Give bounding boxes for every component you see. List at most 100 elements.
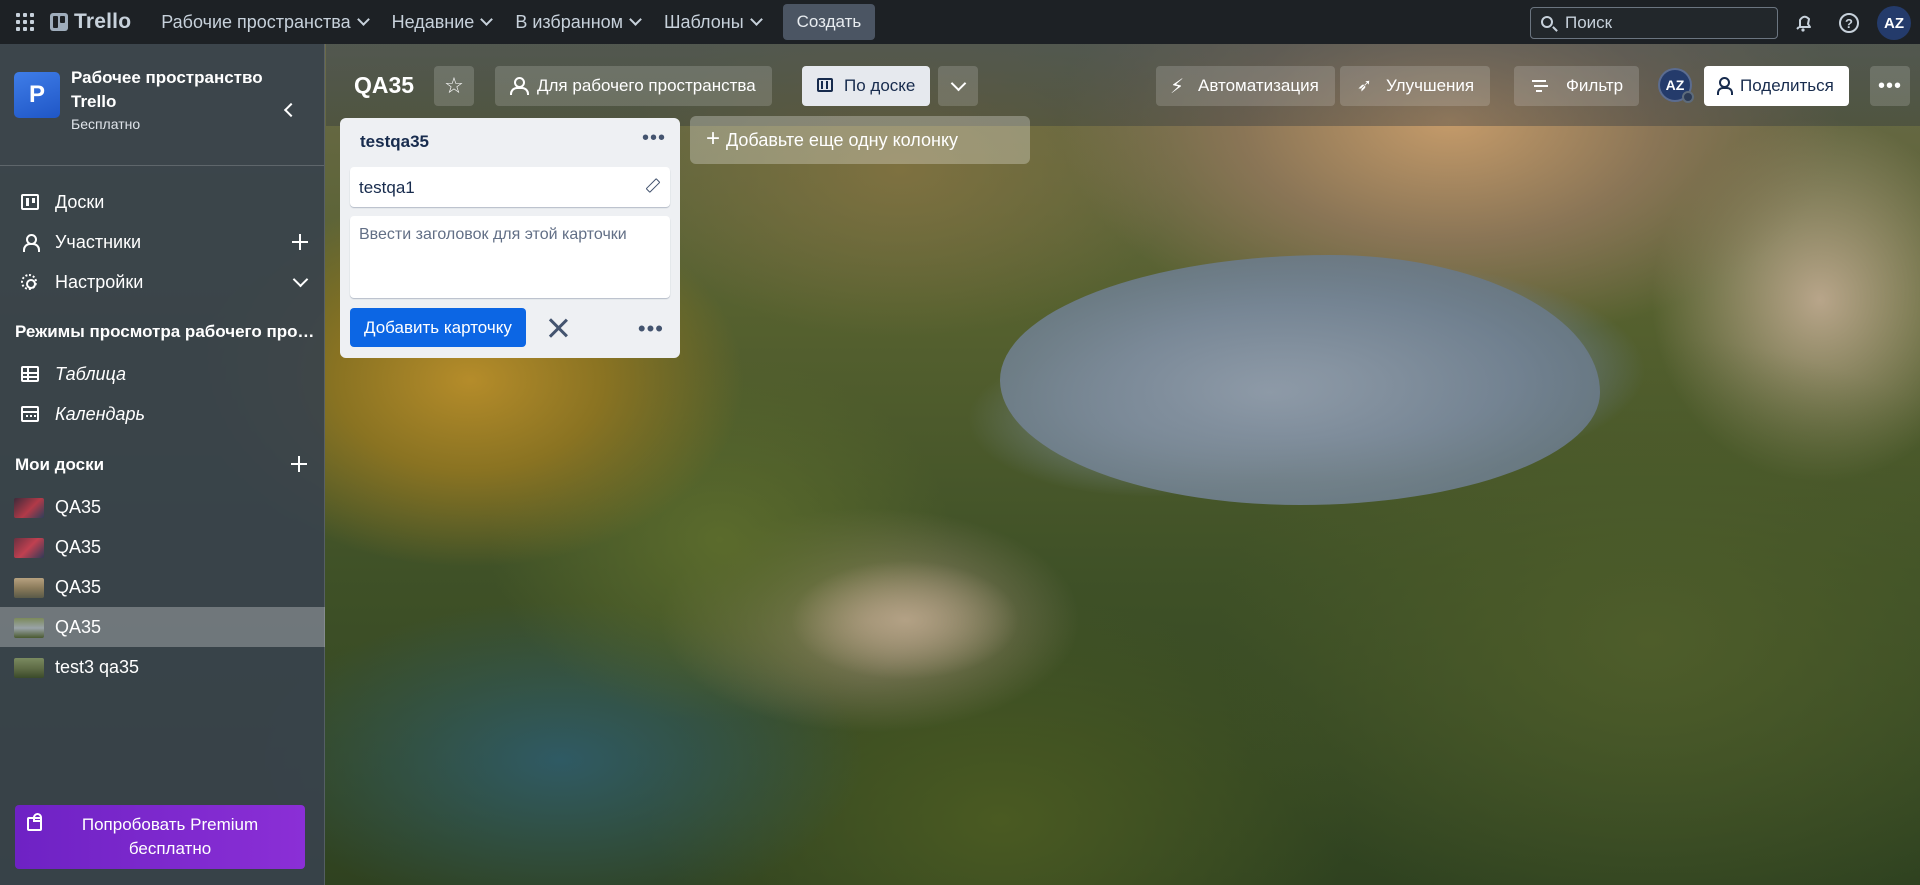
sidebar-board-item[interactable]: test3 qa35 [0, 647, 325, 687]
add-list-label: Добавьте еще одну колонку [726, 129, 959, 150]
automation-label: Автоматизация [1198, 76, 1319, 95]
automation-button[interactable]: ⚡ Автоматизация [1156, 66, 1335, 106]
board-name: QA35 [55, 616, 102, 637]
board-header: QA35 ☆ Для рабочего пространства По доск… [326, 44, 1920, 126]
app-switcher-icon[interactable] [12, 9, 38, 35]
collapse-sidebar-button[interactable] [282, 102, 296, 116]
board-title[interactable]: QA35 [354, 72, 414, 99]
list-column: testqa35 ••• testqa1 Добавить карточку •… [340, 118, 680, 358]
calendar-icon [21, 406, 39, 422]
menu-workspaces[interactable]: Рабочие пространства [149, 6, 379, 38]
visibility-label: Для рабочего пространства [537, 76, 756, 95]
search-icon [1541, 16, 1553, 28]
board-menu-button[interactable]: ••• [1870, 66, 1910, 106]
sidebar-board-item-active[interactable]: QA35 [0, 607, 325, 647]
menu-starred-label: В избранном [515, 11, 624, 32]
workspace-avatar[interactable]: P [14, 72, 60, 118]
filter-icon [1532, 80, 1546, 92]
more-icon: ••• [1877, 74, 1902, 97]
board-thumbnail [14, 498, 44, 518]
chevron-down-icon [629, 13, 642, 26]
board-name: QA35 [55, 536, 102, 557]
star-board-button[interactable]: ☆ [434, 66, 474, 106]
menu-starred[interactable]: В избранном [503, 6, 652, 38]
filter-button[interactable]: Фильтр [1514, 66, 1640, 106]
chevron-down-icon [749, 13, 763, 26]
sidebar-item-label: Участники [55, 231, 141, 252]
rocket-icon: ➶ [1357, 75, 1373, 95]
user-avatar[interactable]: AZ [1877, 6, 1911, 40]
people-icon [510, 77, 529, 95]
sidebar-item-boards[interactable]: Доски [0, 182, 325, 222]
power-ups-button[interactable]: ➶ Улучшения [1340, 66, 1491, 106]
sidebar-item-calendar[interactable]: Календарь [0, 394, 325, 434]
board-thumbnail [14, 578, 44, 598]
workspace-plan: Бесплатно [71, 116, 141, 132]
chevron-down-icon [480, 13, 494, 26]
view-switcher-button[interactable] [938, 66, 978, 106]
power-ups-label: Улучшения [1386, 76, 1475, 95]
card-title-input[interactable] [350, 216, 670, 298]
board-view-button[interactable]: По доске [802, 66, 931, 106]
board-name: test3 qa35 [55, 656, 140, 677]
card-composer[interactable] [350, 216, 670, 298]
trello-logo[interactable]: Trello [50, 10, 131, 34]
share-button[interactable]: Поделиться [1704, 66, 1849, 106]
plus-icon: + [706, 125, 721, 152]
visibility-button[interactable]: Для рабочего пространства [495, 66, 772, 106]
try-premium-label: Попробовать Premium бесплатно [81, 815, 259, 858]
sidebar-item-label: Настройки [55, 271, 144, 292]
notifications-bell-icon[interactable] [1793, 12, 1815, 34]
try-premium-button[interactable]: Попробовать Premium бесплатно [15, 805, 305, 869]
sidebar-item-label: Доски [55, 191, 105, 212]
board-name: QA35 [55, 496, 102, 517]
card-composer-more-icon[interactable]: ••• [638, 316, 664, 342]
workspace-name[interactable]: Рабочее пространство Trello [71, 66, 271, 114]
board-member-avatar[interactable]: AZ [1658, 68, 1694, 103]
table-icon [21, 366, 39, 382]
search-placeholder: Поиск [1565, 13, 1613, 32]
background-sea [1000, 255, 1600, 505]
gift-icon [27, 813, 42, 831]
background-beach [790, 560, 1020, 680]
member-initials: AZ [1665, 77, 1685, 93]
list-title[interactable]: testqa35 [360, 132, 429, 152]
sidebar-item-members[interactable]: Участники [0, 222, 325, 262]
help-icon[interactable]: ? [1839, 13, 1859, 33]
sidebar-item-label: Таблица [55, 363, 127, 384]
add-list-button[interactable]: + Добавьте еще одну колонку [690, 116, 1030, 164]
sidebar-item-table[interactable]: Таблица [0, 354, 325, 394]
gear-icon [21, 274, 37, 290]
menu-templates[interactable]: Шаблоны [652, 6, 773, 38]
list-actions-icon[interactable]: ••• [642, 127, 666, 150]
add-card-button[interactable]: Добавить карточку [350, 308, 526, 347]
chevron-down-icon [950, 75, 966, 91]
top-navigation: Trello Рабочие пространства Недавние В и… [0, 0, 1920, 44]
sidebar-board-item[interactable]: QA35 [0, 487, 325, 527]
create-button[interactable]: Создать [782, 4, 876, 40]
trello-logo-text: Trello [74, 10, 132, 33]
card[interactable]: testqa1 [350, 167, 670, 207]
card-title: testqa1 [359, 178, 415, 197]
workspace-sidebar: P Рабочее пространство Trello Бесплатно … [0, 44, 325, 885]
views-heading: Режимы просмотра рабочего пространства [15, 322, 321, 341]
share-label: Поделиться [1740, 76, 1834, 95]
menu-recent[interactable]: Недавние [380, 6, 504, 38]
add-member-icon[interactable] [290, 232, 310, 252]
sidebar-board-item[interactable]: QA35 [0, 567, 325, 607]
star-icon: ☆ [444, 73, 464, 98]
add-board-icon[interactable] [289, 454, 309, 474]
board-thumbnail [14, 538, 44, 558]
workspace-header: P Рабочее пространство Trello Бесплатно [0, 44, 324, 166]
search-input[interactable]: Поиск [1530, 7, 1778, 39]
chevron-down-icon [356, 13, 370, 26]
board-name: QA35 [55, 576, 102, 597]
chevron-down-icon[interactable] [290, 272, 310, 292]
menu-templates-label: Шаблоны [664, 11, 744, 32]
sidebar-item-settings[interactable]: Настройки [0, 262, 325, 302]
user-icon [21, 234, 40, 252]
edit-pencil-icon[interactable] [645, 179, 658, 192]
filter-label: Фильтр [1566, 76, 1624, 95]
sidebar-board-item[interactable]: QA35 [0, 527, 325, 567]
close-icon[interactable] [548, 318, 568, 338]
